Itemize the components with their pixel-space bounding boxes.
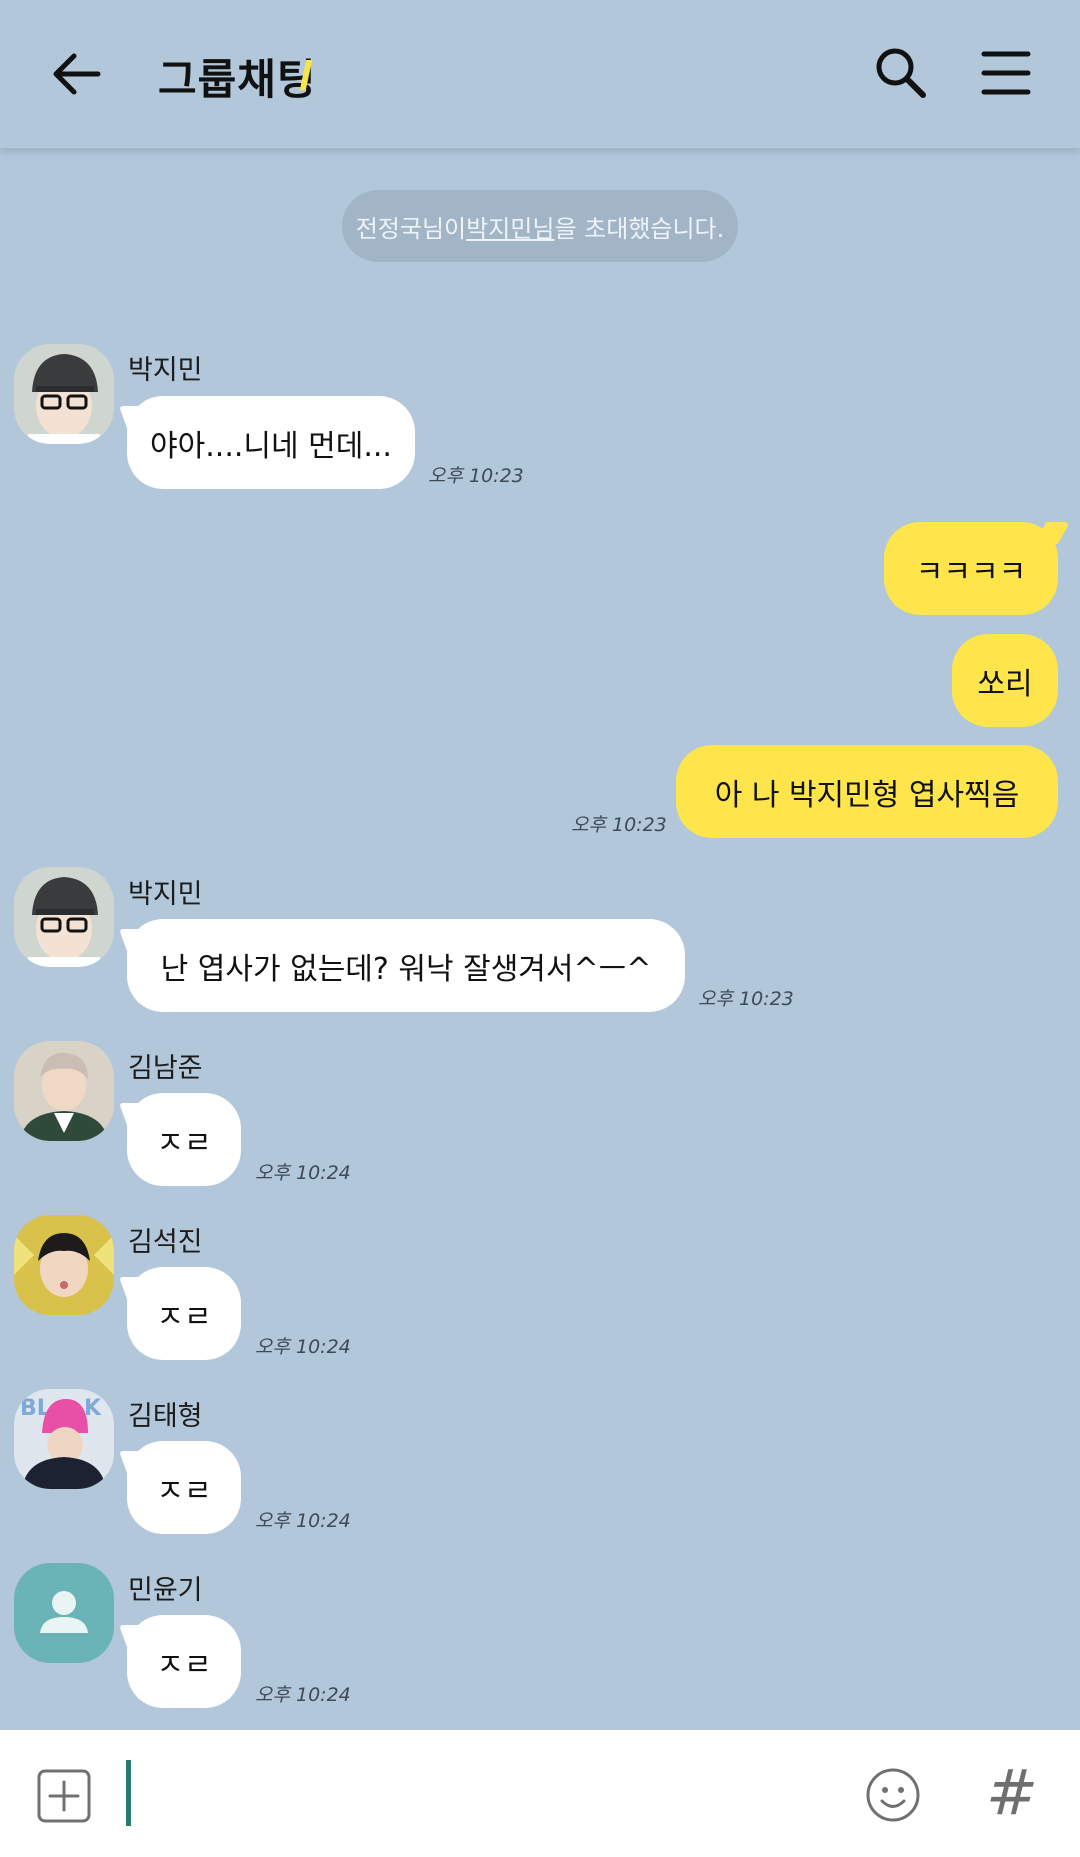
sender-name: 박지민 — [128, 879, 203, 910]
message-bubble[interactable]: 야아....니네 먼데... — [127, 396, 415, 489]
my-message-bubble[interactable]: 아 나 박지민형 엽사찍음 — [676, 745, 1058, 838]
notice-invitee-link[interactable]: 박지민님 — [466, 209, 554, 244]
avatar-jimin[interactable] — [14, 867, 114, 967]
notice-prefix: 전정국님이 — [355, 214, 467, 243]
message-time: 오후 10:24 — [255, 1510, 351, 1532]
message-time: 오후 10:23 — [428, 465, 524, 487]
message-input-bar: # — [0, 1730, 1080, 1857]
message-bubble[interactable]: ㅈㄹ — [127, 1267, 241, 1360]
avatar-seokjin[interactable] — [14, 1215, 114, 1315]
avatar-default[interactable] — [14, 1563, 114, 1663]
sender-name: 민윤기 — [128, 1575, 203, 1606]
message-time: 오후 10:23 — [698, 988, 794, 1010]
message-bubble[interactable]: 난 엽사가 없는데? 워낙 잘생겨서^ㅡ^ — [127, 919, 685, 1012]
message-time: 오후 10:24 — [255, 1336, 351, 1358]
chat-header: 그룹채팅 — [0, 0, 1080, 149]
hashtag-search-icon[interactable]: # — [984, 1758, 1040, 1828]
back-arrow-icon[interactable] — [46, 44, 106, 104]
chat-title: 그룹채팅 — [158, 55, 317, 104]
message-bubble[interactable]: ㅈㄹ — [127, 1615, 241, 1708]
avatar-jimin[interactable] — [14, 344, 114, 444]
avatar-namjoon[interactable] — [14, 1041, 114, 1141]
plus-square-icon[interactable] — [36, 1768, 92, 1824]
text-caret — [126, 1760, 131, 1826]
my-message-bubble[interactable]: ㅋㅋㅋㅋ — [884, 522, 1058, 615]
hamburger-menu-icon[interactable] — [980, 48, 1032, 98]
message-input[interactable] — [140, 1760, 844, 1828]
avatar-taehyung[interactable]: BL K — [14, 1389, 114, 1489]
message-bubble[interactable]: ㅈㄹ — [127, 1093, 241, 1186]
search-icon[interactable] — [872, 44, 928, 100]
message-time: 오후 10:23 — [571, 814, 667, 836]
notice-suffix: 을 초대했습니다. — [554, 214, 725, 243]
my-message-bubble[interactable]: 쏘리 — [952, 634, 1058, 727]
invite-notice: 전정국님이 박지민님 을 초대했습니다. — [342, 190, 738, 262]
smiley-icon[interactable] — [864, 1766, 922, 1824]
message-time: 오후 10:24 — [255, 1684, 351, 1706]
sender-name: 김태형 — [128, 1401, 203, 1432]
person-placeholder-icon — [40, 1591, 88, 1633]
sender-name: 김남준 — [128, 1053, 203, 1084]
message-bubble[interactable]: ㅈㄹ — [127, 1441, 241, 1534]
sender-name: 김석진 — [128, 1227, 203, 1258]
message-time: 오후 10:24 — [255, 1162, 351, 1184]
sender-name: 박지민 — [128, 355, 203, 386]
svg-text:K: K — [84, 1396, 102, 1421]
